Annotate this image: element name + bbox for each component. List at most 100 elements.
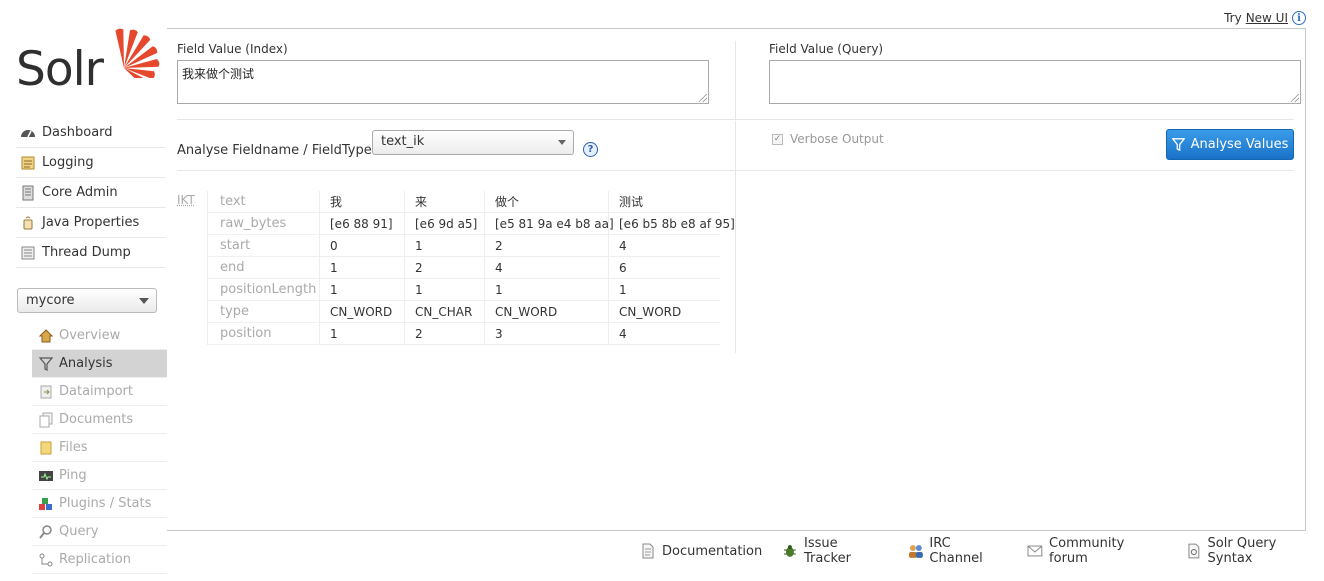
token-text: 我 — [320, 191, 404, 213]
divider — [735, 121, 736, 353]
info-icon[interactable]: i — [1292, 11, 1306, 25]
bug-icon — [784, 545, 797, 557]
nav-dashboard[interactable]: Dashboard — [16, 118, 166, 148]
issue-tracker-link[interactable]: Issue Tracker — [782, 536, 887, 566]
core-nav-plugins-stats[interactable]: Plugins / Stats — [32, 490, 167, 518]
token-type: CN_WORD — [609, 301, 720, 323]
token-end: 1 — [320, 257, 404, 279]
token-position-length: 1 — [405, 279, 484, 301]
main-nav: Dashboard Logging Core Admin Java Proper… — [16, 118, 166, 268]
core-nav-analysis[interactable]: Analysis — [32, 350, 167, 378]
solr-query-syntax-link[interactable]: Solr Query Syntax — [1186, 536, 1324, 566]
query-value-textarea[interactable] — [769, 60, 1301, 104]
verbose-output-toggle[interactable]: ✓ Verbose Output — [772, 132, 884, 146]
token-type: CN_WORD — [320, 301, 404, 323]
token-text: 测试 — [609, 191, 720, 213]
analyzer-name[interactable]: IKT — [177, 193, 195, 207]
token-position: 2 — [405, 323, 484, 345]
files-icon — [40, 441, 52, 454]
fieldtype-value: text_ik — [381, 134, 425, 149]
core-nav-label: Plugins / Stats — [59, 496, 152, 511]
community-forum-link[interactable]: Community forum — [1027, 536, 1166, 566]
sun-icon — [115, 28, 160, 78]
token-column: 做个 [e5 81 9a e4 b8 aa] 2 4 1 CN_WORD 3 — [484, 191, 614, 345]
token-type: CN_CHAR — [405, 301, 484, 323]
core-nav-overview[interactable]: Overview — [32, 322, 167, 350]
core-nav-label: Analysis — [59, 356, 113, 371]
fieldtype-select[interactable]: text_ik — [372, 130, 574, 155]
token-raw-bytes: [e6 9d a5] — [405, 213, 484, 235]
core-nav-label: Overview — [59, 328, 121, 343]
property-label: position — [208, 323, 319, 345]
footer-label: Issue Tracker — [804, 536, 851, 566]
document-icon — [642, 543, 654, 559]
ping-icon — [39, 470, 53, 481]
token-raw-bytes: [e6 b5 8b e8 af 95] — [609, 213, 735, 235]
core-nav-label: Query — [59, 524, 99, 539]
property-label: text — [208, 191, 319, 213]
core-selector[interactable]: mycore — [17, 288, 157, 313]
nav-core-admin[interactable]: Core Admin — [16, 178, 166, 208]
documentation-link[interactable]: Documentation — [640, 536, 762, 566]
token-start: 4 — [609, 235, 720, 257]
property-label: start — [208, 235, 319, 257]
token-column: 我 [e6 88 91] 0 1 1 CN_WORD 1 — [319, 191, 404, 345]
fieldtype-label: Analyse Fieldname / FieldType: — [177, 143, 377, 158]
core-nav-label: Ping — [59, 468, 87, 483]
plugins-icon — [39, 497, 52, 510]
index-value-text: 我来做个测试 — [182, 67, 255, 81]
core-nav: Overview Analysis Dataimport Documents F… — [32, 322, 167, 574]
core-selector-value: mycore — [26, 293, 75, 308]
footer-label: Solr Query Syntax — [1207, 536, 1277, 566]
token-position-length: 1 — [485, 279, 608, 301]
core-nav-replication[interactable]: Replication — [32, 546, 167, 574]
query-syntax-icon — [1188, 543, 1200, 559]
nav-thread-dump[interactable]: Thread Dump — [16, 238, 166, 268]
token-position: 4 — [609, 323, 720, 345]
core-nav-query[interactable]: Query — [32, 518, 167, 546]
property-column: text raw_bytes start end positionLength … — [207, 191, 319, 345]
token-position-length: 1 — [320, 279, 404, 301]
nav-label: Java Properties — [42, 215, 140, 230]
divider — [177, 170, 1294, 171]
solr-logo[interactable]: Solr — [16, 28, 160, 98]
index-value-textarea[interactable]: 我来做个测试 — [177, 60, 709, 104]
core-nav-documents[interactable]: Documents — [32, 406, 167, 434]
divider — [735, 41, 736, 119]
resize-grip-icon[interactable] — [1291, 94, 1299, 102]
core-nav-label: Documents — [59, 412, 134, 427]
verbose-label: Verbose Output — [790, 132, 884, 146]
query-value-label: Field Value (Query) — [769, 42, 884, 56]
footer-label: Community forum — [1049, 536, 1125, 566]
nav-java-properties[interactable]: Java Properties — [16, 208, 166, 238]
new-ui-link[interactable]: New UI — [1246, 11, 1288, 25]
try-new-ui: Try New UI i — [1224, 11, 1306, 25]
replication-icon — [39, 553, 53, 566]
nav-label: Core Admin — [42, 185, 118, 200]
nav-label: Logging — [42, 155, 94, 170]
footer-links: Documentation Issue Tracker IRC Channel … — [640, 536, 1324, 566]
token-column: 来 [e6 9d a5] 1 2 1 CN_CHAR 2 — [404, 191, 484, 345]
resize-grip-icon[interactable] — [699, 94, 707, 102]
core-nav-ping[interactable]: Ping — [32, 462, 167, 490]
footer-label: Documentation — [662, 543, 763, 559]
token-start: 1 — [405, 235, 484, 257]
help-icon[interactable]: ? — [583, 142, 598, 157]
token-position: 1 — [320, 323, 404, 345]
analyse-values-button[interactable]: Analyse Values — [1166, 129, 1294, 160]
token-text: 做个 — [485, 191, 608, 213]
mail-icon — [1027, 545, 1043, 557]
verbose-checkbox[interactable]: ✓ — [772, 133, 783, 145]
core-nav-label: Files — [59, 440, 88, 455]
dashboard-icon — [21, 129, 35, 137]
irc-channel-link[interactable]: IRC Channel — [908, 536, 1008, 566]
divider — [177, 119, 1294, 120]
core-nav-dataimport[interactable]: Dataimport — [32, 378, 167, 406]
search-icon — [39, 524, 52, 539]
core-nav-files[interactable]: Files — [32, 434, 167, 462]
nav-logging[interactable]: Logging — [16, 148, 166, 178]
token-position-length: 1 — [609, 279, 720, 301]
logo-text: Solr — [16, 42, 104, 97]
token-end: 4 — [485, 257, 608, 279]
token-start: 0 — [320, 235, 404, 257]
